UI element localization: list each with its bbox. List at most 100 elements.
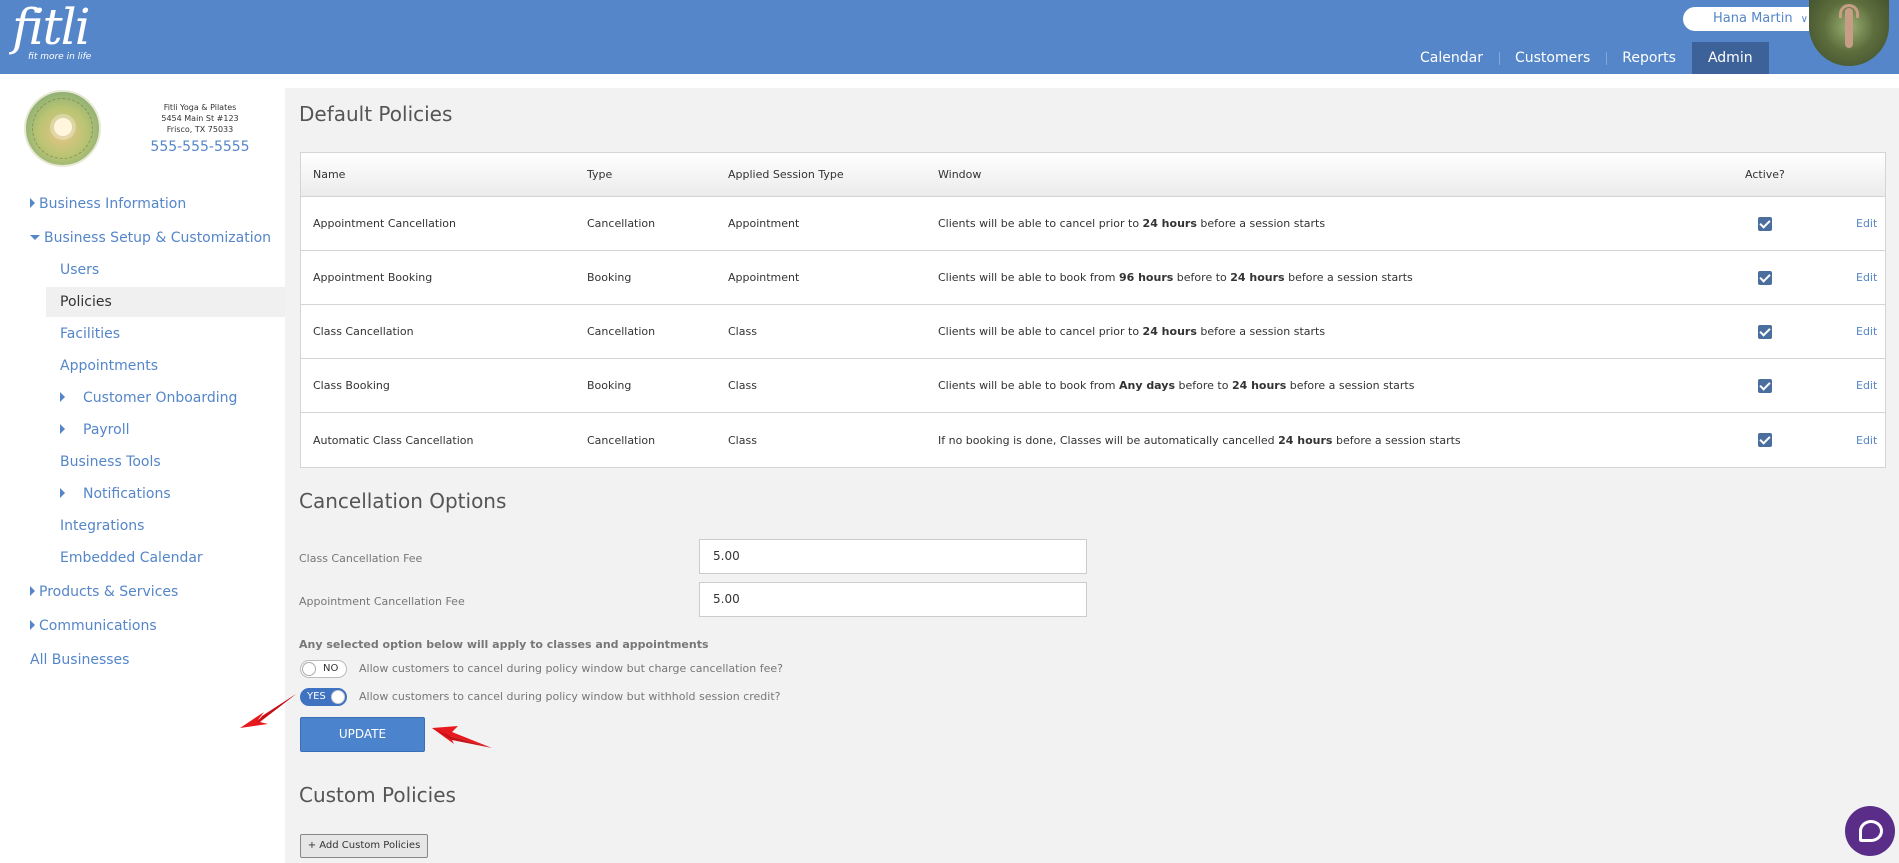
policy-type: Cancellation — [587, 325, 656, 338]
withhold-credit-toggle[interactable]: YES — [300, 688, 347, 706]
policy-type: Cancellation — [587, 433, 656, 447]
policy-applied: Appointment — [728, 271, 800, 284]
nav-customers[interactable]: Customers — [1498, 42, 1606, 74]
edit-link[interactable]: Edit — [1856, 251, 1877, 304]
sidebar-item-facilities[interactable]: Facilities — [60, 320, 120, 348]
business-name: Fitli Yoga & Pilates — [163, 103, 237, 112]
default-policies-title: Default Policies — [299, 102, 453, 126]
sidebar-item-communications[interactable]: Communications — [30, 612, 157, 640]
table-row: Appointment Cancellation Cancellation Ap… — [301, 197, 1885, 251]
annotation-arrow-right — [432, 726, 492, 748]
options-note: Any selected option below will apply to … — [299, 638, 709, 651]
policy-window: If no booking is done, Classes will be a… — [938, 433, 1461, 447]
class-fee-input[interactable]: 5.00 — [699, 539, 1087, 574]
sidebar-item-customer-onboarding[interactable]: Customer Onboarding — [60, 384, 237, 412]
nav-reports[interactable]: Reports — [1606, 42, 1692, 74]
policy-window: Clients will be able to cancel prior to … — [938, 325, 1326, 338]
business-address-line2: Frisco, TX 75033 — [166, 125, 234, 134]
chat-support-icon[interactable] — [1845, 806, 1895, 856]
col-applied-session-type: Applied Session Type — [728, 168, 844, 181]
caret-right-icon — [60, 392, 65, 402]
sidebar-item-label: Business Information — [39, 196, 187, 212]
business-address: Fitli Yoga & Pilates 5454 Main St #123 F… — [110, 102, 290, 135]
policy-name: Class Cancellation — [313, 325, 414, 338]
business-phone[interactable]: 555-555-5555 — [110, 139, 290, 155]
sidebar-item-policies[interactable]: Policies — [60, 288, 112, 316]
sidebar-item-label: Notifications — [83, 486, 171, 502]
active-checkbox[interactable] — [1745, 359, 1772, 412]
avatar[interactable] — [1809, 0, 1889, 66]
sidebar-item-payroll[interactable]: Payroll — [60, 416, 129, 444]
withhold-credit-label: Allow customers to cancel during policy … — [359, 690, 781, 703]
business-logo — [24, 90, 101, 167]
sidebar-item-label: Payroll — [83, 422, 130, 438]
edit-link[interactable]: Edit — [1856, 359, 1877, 412]
sidebar-item-appointments[interactable]: Appointments — [60, 352, 158, 380]
avatar-figure — [1845, 8, 1853, 48]
checkbox-checked-icon — [1758, 433, 1772, 447]
col-window: Window — [938, 168, 982, 181]
table-row: Automatic Class Cancellation Cancellatio… — [301, 413, 1885, 467]
active-checkbox[interactable] — [1745, 413, 1772, 467]
sidebar-item-products-services[interactable]: Products & Services — [30, 578, 178, 606]
sidebar: Fitli Yoga & Pilates 5454 Main St #123 F… — [0, 74, 285, 863]
sidebar-item-users[interactable]: Users — [60, 256, 99, 284]
edit-link[interactable]: Edit — [1856, 413, 1877, 467]
toggle-state: NO — [323, 663, 339, 674]
chevron-down-icon: ∨ — [1800, 14, 1808, 25]
active-checkbox[interactable] — [1745, 197, 1772, 250]
edit-link[interactable]: Edit — [1856, 305, 1877, 358]
checkbox-checked-icon — [1758, 378, 1772, 393]
nav-admin[interactable]: Admin — [1691, 42, 1769, 74]
policy-name: Appointment Cancellation — [313, 217, 456, 230]
caret-right-icon — [60, 488, 65, 498]
sidebar-item-label: Business Setup & Customization — [44, 230, 272, 246]
annotation-arrow-left — [240, 694, 296, 728]
custom-policies-title: Custom Policies — [299, 783, 456, 807]
col-name: Name — [313, 168, 346, 181]
active-checkbox[interactable] — [1745, 305, 1772, 358]
logo-wordmark: fitli — [12, 0, 91, 56]
sidebar-item-business-information[interactable]: Business Information — [30, 190, 186, 218]
policy-applied: Class — [728, 325, 757, 338]
policy-window: Clients will be able to book from 96 hou… — [938, 271, 1413, 284]
top-header: fitli fit more in life Hana Martin ∨ Cale… — [0, 0, 1899, 74]
sidebar-item-all-businesses[interactable]: All Businesses — [30, 646, 129, 674]
sidebar-item-business-tools[interactable]: Business Tools — [60, 448, 161, 476]
table-row: Class Cancellation Cancellation Class Cl… — [301, 305, 1885, 359]
arrow-shape — [240, 694, 296, 728]
user-name: Hana Martin — [1713, 11, 1793, 26]
checkbox-checked-icon — [1758, 270, 1772, 285]
logo-tagline: fit more in life — [28, 52, 92, 62]
col-type: Type — [587, 168, 613, 181]
sidebar-item-integrations[interactable]: Integrations — [60, 512, 144, 540]
add-custom-policies-button[interactable]: + Add Custom Policies — [300, 834, 428, 858]
sidebar-item-embedded-calendar[interactable]: Embedded Calendar — [60, 544, 203, 572]
nav-calendar[interactable]: Calendar — [1404, 42, 1499, 74]
policy-applied: Class — [728, 433, 757, 447]
policy-type: Booking — [587, 379, 632, 392]
active-checkbox[interactable] — [1745, 251, 1772, 304]
default-policies-table: Name Type Applied Session Type Window Ac… — [300, 152, 1886, 468]
sidebar-item-business-setup[interactable]: Business Setup & Customization — [30, 224, 271, 252]
policy-window: Clients will be able to cancel prior to … — [938, 217, 1326, 230]
caret-right-icon — [30, 198, 35, 208]
appointment-fee-label: Appointment Cancellation Fee — [299, 595, 465, 608]
update-button[interactable]: UPDATE — [300, 717, 425, 752]
arrow-shape — [432, 726, 492, 748]
lotus-icon — [54, 118, 72, 136]
policy-applied: Class — [728, 379, 757, 392]
user-menu[interactable]: Hana Martin ∨ — [1683, 7, 1809, 31]
toggle-knob — [302, 662, 316, 676]
fitli-logo[interactable]: fitli fit more in life — [12, 0, 91, 62]
charge-fee-toggle[interactable]: NO — [300, 660, 347, 678]
cancellation-options-title: Cancellation Options — [299, 489, 507, 513]
policy-name: Class Booking — [313, 379, 390, 392]
sidebar-item-label: Communications — [39, 618, 157, 634]
sidebar-item-label: Products & Services — [39, 584, 179, 600]
sidebar-item-notifications[interactable]: Notifications — [60, 480, 171, 508]
edit-link[interactable]: Edit — [1856, 197, 1877, 250]
caret-right-icon — [30, 586, 35, 596]
appointment-fee-input[interactable]: 5.00 — [699, 582, 1087, 617]
class-fee-label: Class Cancellation Fee — [299, 552, 423, 565]
